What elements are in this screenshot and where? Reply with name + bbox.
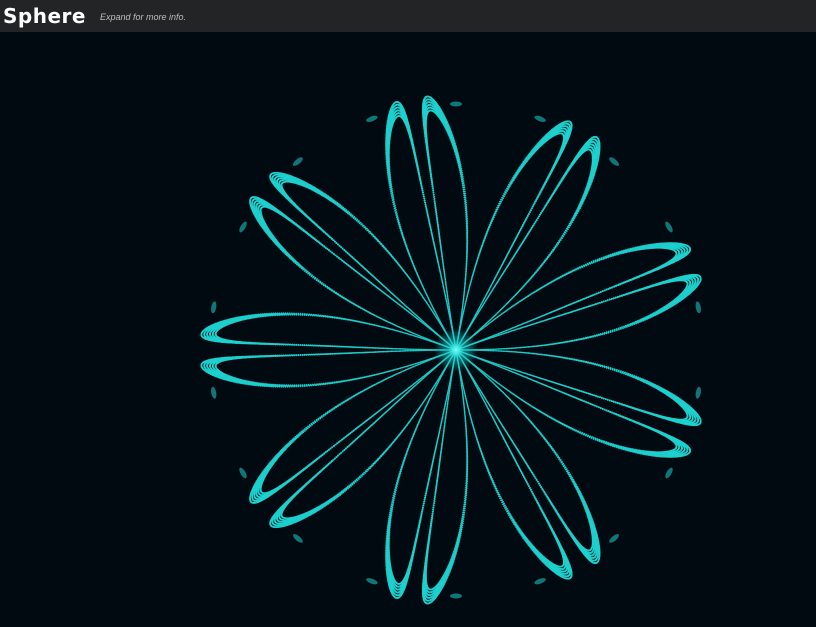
expand-info-hint[interactable]: Expand for more info. — [100, 12, 186, 22]
render-canvas-area[interactable] — [0, 32, 816, 627]
petal-tip — [366, 115, 378, 122]
petal-tip — [695, 301, 701, 314]
sphere-visualization — [200, 95, 702, 605]
app-title: Sphere — [3, 0, 86, 32]
petal-tip — [695, 386, 701, 399]
petal-tip — [239, 221, 247, 233]
petal-tip — [293, 534, 303, 543]
petal-tip — [450, 593, 462, 599]
center-glow — [434, 328, 478, 372]
petal-tip — [211, 301, 217, 314]
petal-tip — [609, 157, 619, 166]
petal-tip — [450, 101, 462, 107]
petal-tip — [609, 534, 619, 543]
petal-tip — [293, 157, 303, 166]
petal-tip — [665, 467, 673, 479]
header-bar[interactable]: Sphere Expand for more info. — [0, 0, 816, 32]
petal-tip — [534, 115, 546, 122]
petal-tip — [211, 386, 217, 399]
petal-tip — [366, 578, 378, 585]
petal-tip — [665, 221, 673, 233]
petal-tip — [239, 467, 247, 479]
petal-tip — [534, 578, 546, 585]
